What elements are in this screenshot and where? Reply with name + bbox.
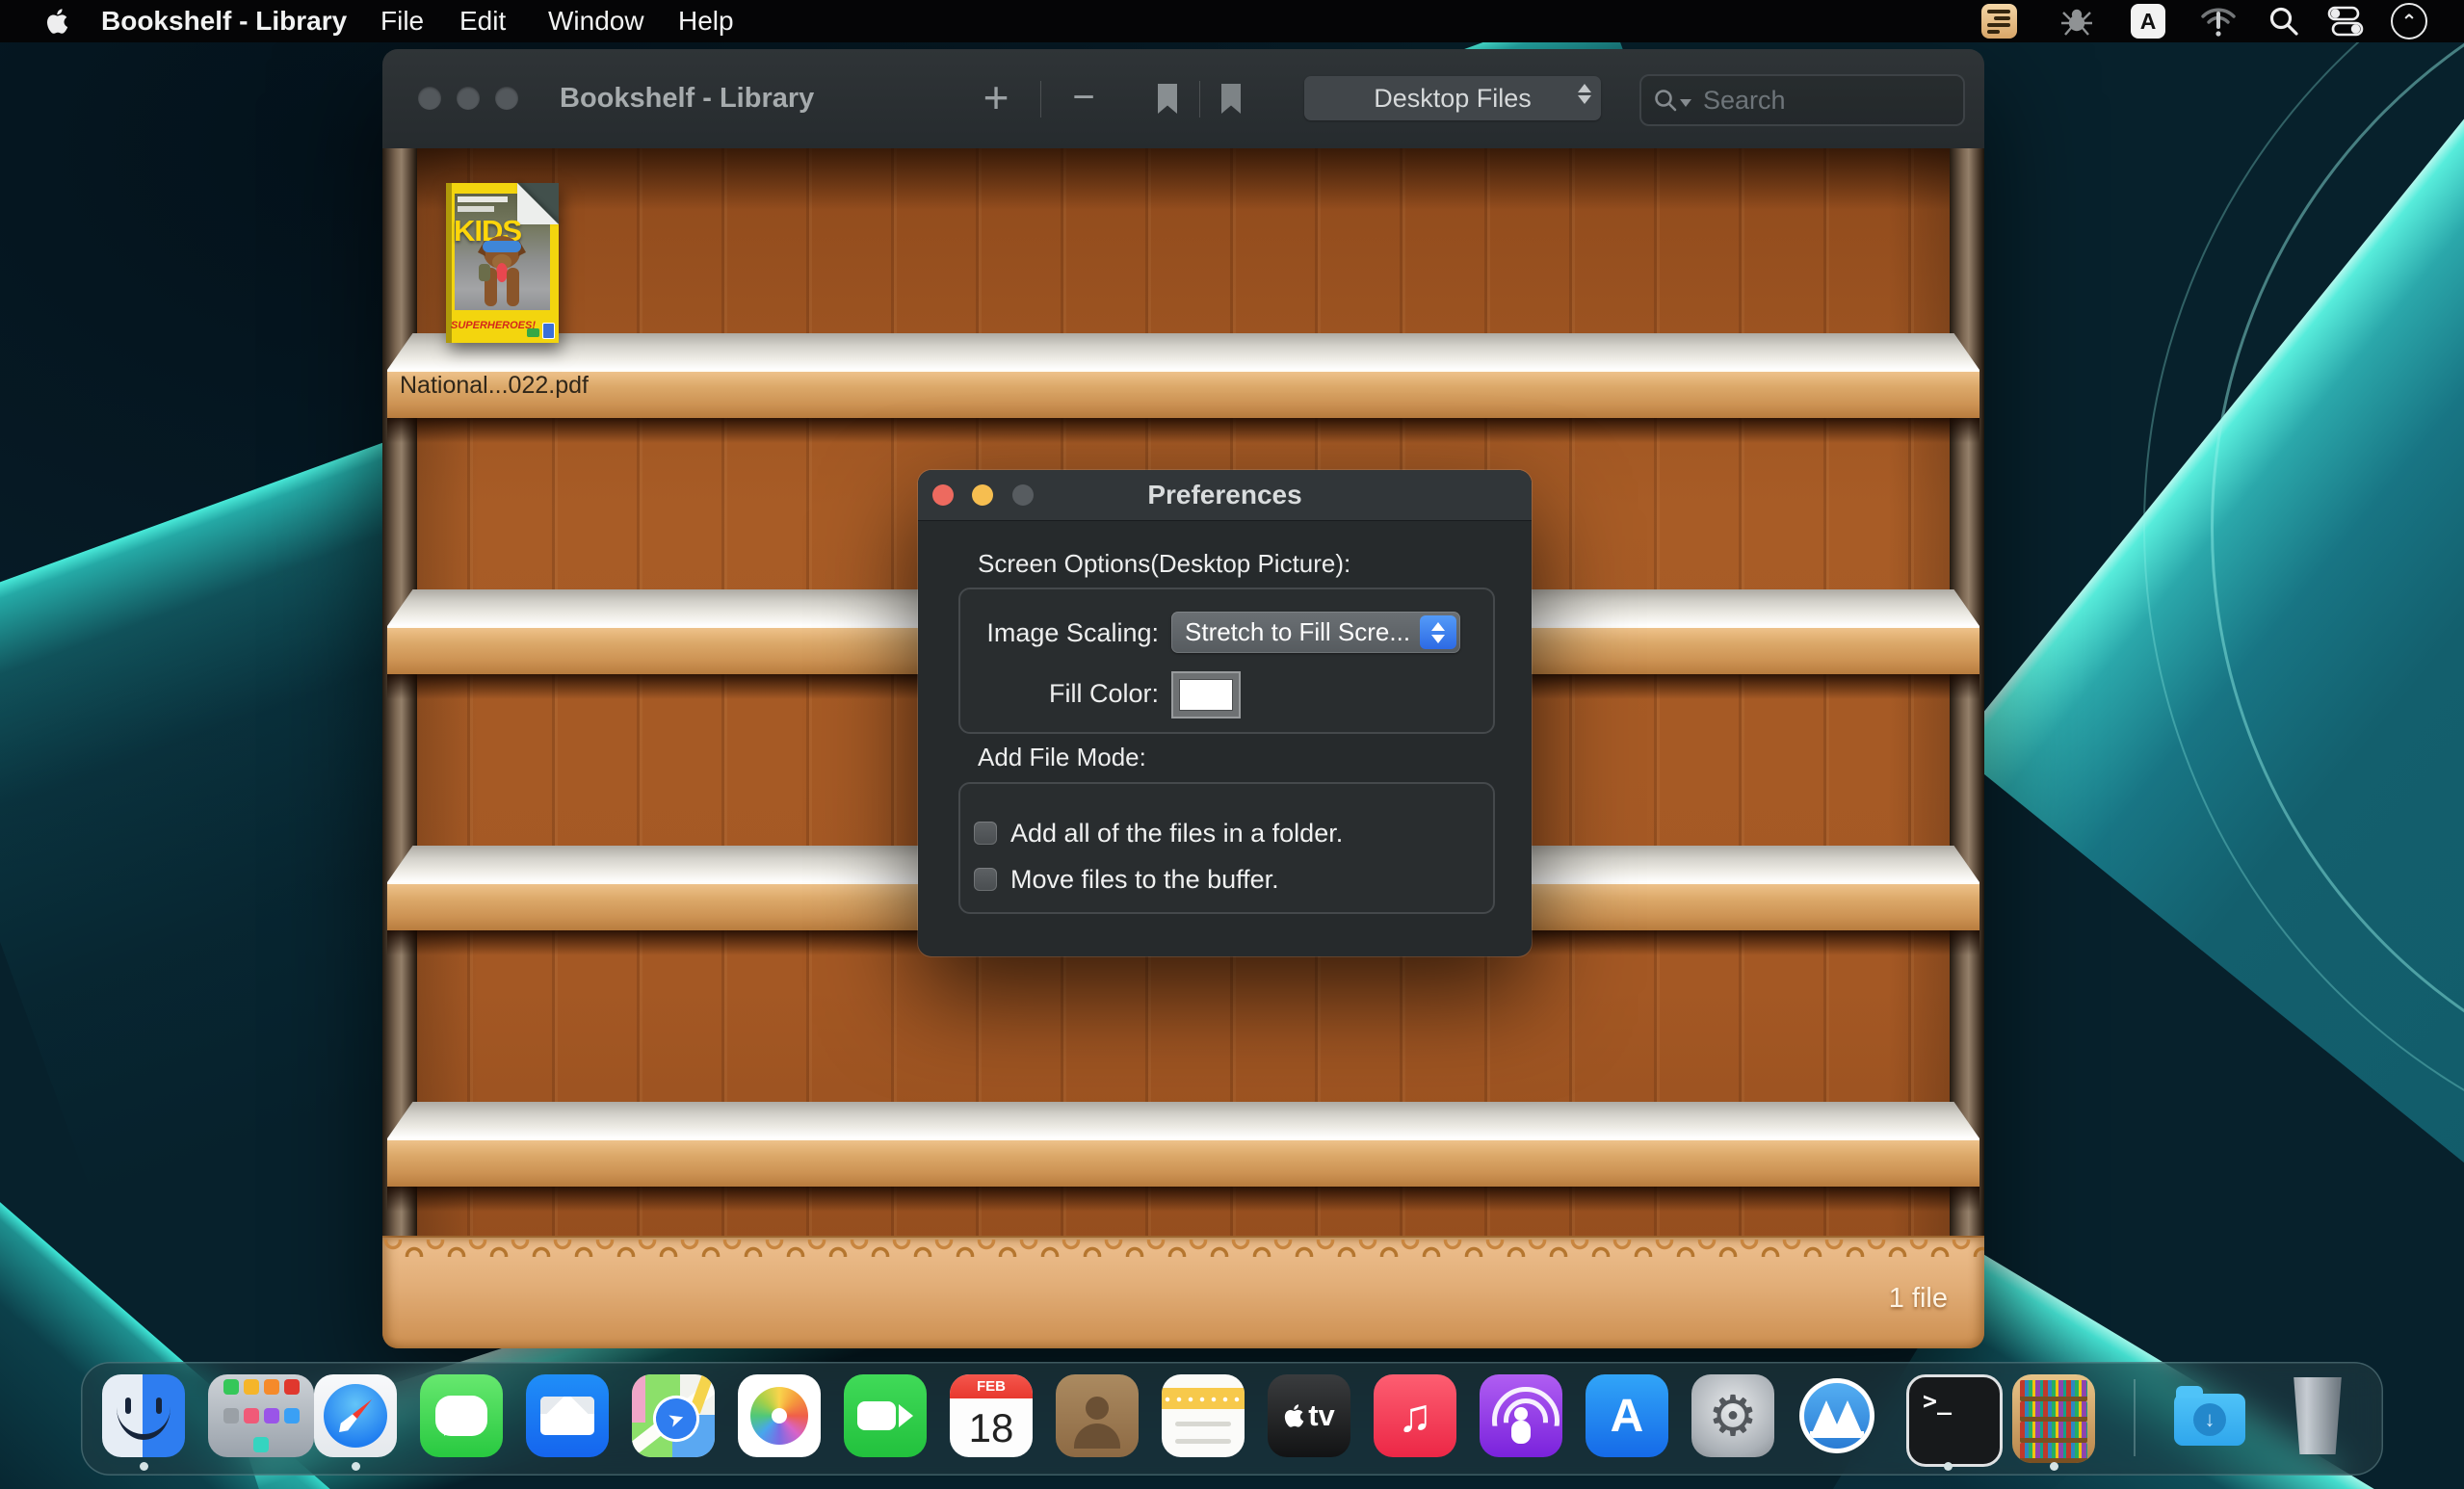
dock-item-mail[interactable] [526,1374,609,1457]
dock-item-maps[interactable]: ➤ [632,1374,715,1457]
menu-extra-chevron-icon[interactable]: ⌃ [2387,0,2431,42]
select-chevron-icon [1420,615,1456,649]
cover-banner-text: SUPERHEROES! [451,320,536,331]
shelf-base [382,1236,1984,1348]
window-titlebar[interactable]: Bookshelf - Library + − Desktop Files [382,49,1984,149]
running-indicator [140,1462,148,1471]
collection-select-value: Desktop Files [1374,84,1532,114]
running-indicator [352,1462,360,1471]
dock-item-music[interactable]: ♫ [1374,1374,1456,1457]
dock-item-contacts[interactable] [1056,1374,1139,1457]
menu-file[interactable]: File [380,0,424,42]
collection-select[interactable]: Desktop Files [1304,76,1601,120]
remove-file-button[interactable]: − [1061,49,1107,148]
dock-item-appstore[interactable]: A [1586,1374,1668,1457]
dock-item-terminal[interactable]: >_ [1906,1374,2003,1467]
dock-item-launchpad[interactable] [208,1374,314,1457]
bookmark-alt-icon[interactable] [1219,83,1244,116]
input-source-a-icon[interactable]: A [2126,0,2170,42]
menu-help[interactable]: Help [678,0,734,42]
image-scaling-label: Image Scaling: [976,618,1159,648]
fill-color-label: Fill Color: [976,679,1159,709]
dock-item-bookshelf[interactable] [2012,1374,2095,1463]
dialog-title: Preferences [918,470,1532,520]
cover-badge [527,328,539,337]
close-button[interactable] [418,87,441,110]
image-scaling-select[interactable]: Stretch to Fill Scre... [1171,612,1460,653]
control-center-icon[interactable] [2323,0,2368,42]
screen-options-label: Screen Options(Desktop Picture): [978,549,1350,579]
dock-item-tv[interactable]: tv [1268,1374,1350,1457]
image-scaling-value: Stretch to Fill Scre... [1171,617,1420,647]
drweb-spider-icon[interactable] [2055,0,2099,42]
cover-band: SUPERHEROES! [446,310,559,343]
running-indicator [1944,1462,1953,1471]
pdf-file-thumbnail[interactable]: KIDS SUPERHEROES! [446,183,559,343]
toolbar-separator [1199,81,1200,118]
search-scope-chevron-icon [1680,99,1691,107]
toolbar-separator [1040,81,1041,118]
menu-app-name[interactable]: Bookshelf - Library [101,0,347,42]
menu-bar: Bookshelf - Library File Edit Window Hel… [0,0,2464,42]
book-spine [446,183,452,343]
add-all-files-checkbox[interactable] [974,822,997,845]
file-name-label: National...022.pdf [400,372,589,400]
dock-item-messages[interactable] [420,1374,503,1457]
dock-item-facetime[interactable] [844,1374,927,1457]
dock-item-photos[interactable] [738,1374,821,1457]
cover-masthead-bar [458,206,494,212]
shelf-row [387,1102,1979,1212]
wifi-alert-icon[interactable] [2196,0,2241,42]
move-files-checkbox[interactable] [974,868,997,891]
add-file-mode-label: Add File Mode: [978,743,1146,772]
dock-item-app-cleaner[interactable] [1796,1374,1878,1457]
add-file-button[interactable]: + [973,49,1019,148]
cover-badge [542,323,555,339]
folded-corner [517,183,559,224]
checkbox-label: Move files to the buffer. [1010,865,1279,895]
zoom-button[interactable] [495,87,518,110]
updown-chevron-icon [1578,84,1591,104]
file-count-label: 1 file [1889,1283,1948,1315]
spotlight-search-icon[interactable] [2262,0,2306,42]
apple-icon [45,8,68,35]
checkbox-row: Move files to the buffer. [974,865,1279,894]
desktop: Bookshelf - Library File Edit Window Hel… [0,0,2464,1489]
checkbox-row: Add all of the files in a folder. [974,819,1343,848]
dock-item-trash[interactable] [2276,1374,2359,1457]
dock-item-podcasts[interactable] [1480,1374,1562,1457]
search-field[interactable] [1639,74,1965,126]
apple-menu[interactable] [35,0,79,42]
window-title: Bookshelf - Library [560,49,814,148]
checkbox-label: Add all of the files in a folder. [1010,819,1343,849]
dock-item-finder[interactable] [102,1374,185,1457]
dog-illustration [463,227,540,310]
search-input[interactable] [1701,85,1917,117]
dock: ➤ FEB18 tv ♫ A ⚙ >_ ↓ [81,1362,2383,1476]
dialog-titlebar[interactable]: Preferences [918,470,1532,521]
preferences-dialog: Preferences Screen Options(Desktop Pictu… [918,470,1532,956]
bookshelf-list-icon[interactable] [1977,0,2021,42]
running-indicator [2050,1462,2058,1471]
search-icon [1653,88,1678,113]
dock-item-system-settings[interactable]: ⚙ [1691,1374,1774,1457]
menu-window[interactable]: Window [548,0,644,42]
cover-masthead-bar [458,196,508,202]
top-shadow [382,148,1984,210]
menu-edit[interactable]: Edit [459,0,506,42]
dock-item-safari[interactable] [314,1374,397,1457]
dock-item-notes[interactable] [1162,1374,1245,1457]
shelf-row [387,333,1979,443]
dock-divider [2134,1379,2136,1456]
stitch-border [382,1240,1984,1257]
dock-item-calendar[interactable]: FEB18 [950,1374,1033,1457]
minimize-button[interactable] [457,87,480,110]
dock-item-downloads[interactable]: ↓ [2168,1374,2251,1457]
bookmark-icon[interactable] [1155,83,1180,116]
fill-color-well[interactable] [1171,671,1241,718]
